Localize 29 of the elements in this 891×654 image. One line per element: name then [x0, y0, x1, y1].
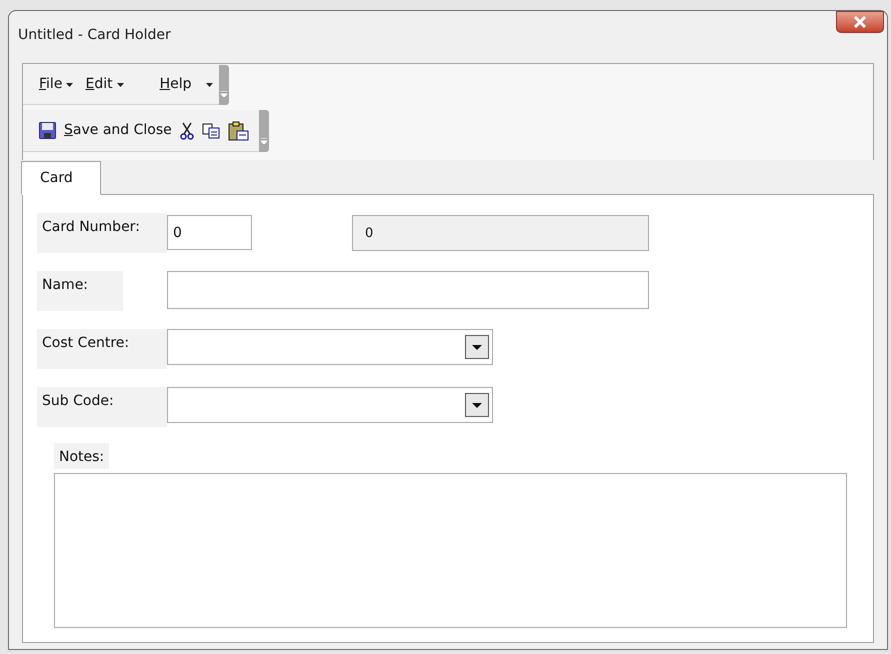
field-label: Sub Code:	[37, 387, 167, 427]
caret-icon	[116, 82, 124, 86]
overflow-icon	[220, 91, 226, 97]
notes-label: Notes:	[54, 443, 110, 469]
field-label: Card Number:	[37, 213, 167, 253]
menu-item[interactable]: Help	[160, 74, 192, 95]
overflow-icon	[260, 138, 267, 144]
caret-icon[interactable]	[206, 82, 212, 86]
name-field[interactable]	[167, 271, 649, 309]
tab[interactable]: Card	[21, 161, 101, 195]
field-label: Cost Centre:	[37, 329, 167, 369]
card-number-field[interactable]: 0	[167, 215, 252, 250]
window-title: Untitled - Card Holder	[18, 26, 171, 45]
toolbar-overflow-button[interactable]	[218, 65, 228, 105]
dropdown-field[interactable]	[167, 387, 493, 423]
caret-icon	[66, 82, 74, 86]
paste-icon[interactable]	[228, 120, 249, 140]
menu-item[interactable]: File	[39, 74, 74, 95]
toolbar-overflow-button[interactable]	[258, 110, 269, 152]
dropdown-field[interactable]	[167, 329, 493, 365]
notes-field[interactable]	[54, 473, 847, 628]
copy-icon[interactable]	[202, 122, 220, 138]
scissors-icon[interactable]	[180, 122, 194, 140]
readonly-field: 0	[352, 215, 649, 251]
close-icon	[852, 16, 868, 28]
field-label: Name:	[37, 271, 123, 311]
save-close-button[interactable]: Save and Close	[39, 120, 172, 141]
menu-item[interactable]: Edit	[85, 74, 124, 95]
close-button[interactable]	[836, 11, 884, 33]
